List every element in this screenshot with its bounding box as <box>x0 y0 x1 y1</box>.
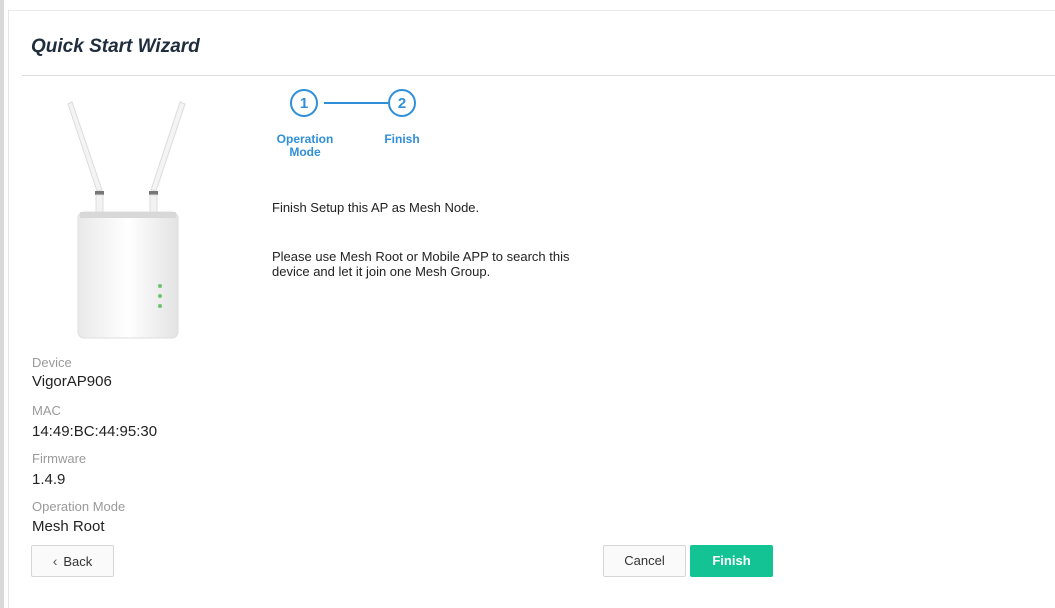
title-divider <box>22 75 1055 76</box>
step-1-circle: 1 <box>290 89 318 117</box>
mac-value: 14:49:BC:44:95:30 <box>32 423 158 440</box>
panel-top-border <box>9 10 1055 11</box>
instruction-line-1: Please use Mesh Root or Mobile APP to se… <box>272 249 570 264</box>
operation-mode-label: Operation Mode <box>32 499 126 514</box>
step-1-label: Operation Mode <box>276 132 334 159</box>
device-value: VigorAP906 <box>32 373 112 390</box>
access-point-image <box>67 101 186 339</box>
firmware-value: 1.4.9 <box>32 471 66 488</box>
mac-label: MAC <box>32 403 61 418</box>
firmware-label: Firmware <box>32 451 87 466</box>
finish-message: Finish Setup this AP as Mesh Node. <box>272 200 480 215</box>
cancel-button[interactable]: Cancel <box>603 545 686 577</box>
operation-mode-value: Mesh Root <box>32 518 105 535</box>
window-left-border <box>0 0 4 608</box>
panel-left-border <box>8 10 9 608</box>
finish-button[interactable]: Finish <box>690 545 773 577</box>
device-label: Device <box>32 355 72 370</box>
chevron-left-icon: ‹ <box>52 553 58 569</box>
wizard-stepper: 1 2 Operation Mode Finish <box>255 84 455 164</box>
instruction-line-2: device and let it join one Mesh Group. <box>272 264 491 279</box>
step-2-label: Finish <box>384 132 420 146</box>
back-button-label: Back <box>63 554 93 569</box>
back-button[interactable]: ‹ Back <box>31 545 114 577</box>
step-connector <box>324 102 388 104</box>
step-2-circle: 2 <box>388 89 416 117</box>
page-title: Quick Start Wizard <box>31 36 200 57</box>
